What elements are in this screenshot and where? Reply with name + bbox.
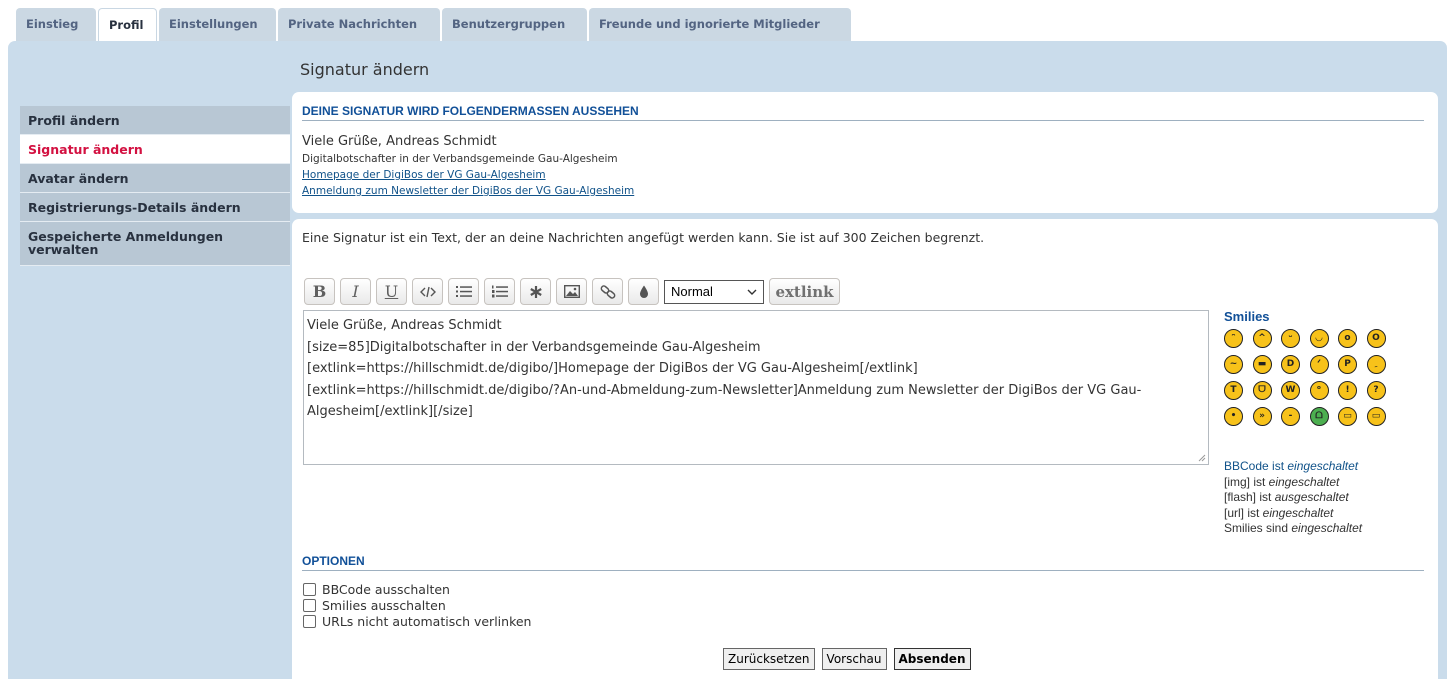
wink-icon[interactable]: ᵕ: [1281, 329, 1300, 348]
mrgreen-icon[interactable]: ᗝ: [1309, 407, 1329, 426]
tab-einstellungen[interactable]: Einstellungen: [159, 8, 276, 41]
tab-benutzergruppen[interactable]: Benutzergruppen: [442, 8, 587, 41]
list-button[interactable]: [448, 278, 479, 305]
signature-textarea[interactable]: Viele Grüße, Andreas Schmidt [size=85]Di…: [303, 310, 1209, 465]
image-button[interactable]: [556, 278, 587, 305]
sidebar-item-gespeicherte-anmeldungen[interactable]: Gespeicherte Anmeldungen verwalten: [20, 222, 290, 266]
smile-icon[interactable]: ^: [1252, 329, 1272, 348]
img-status-line: [img] ist eingeschaltet: [1224, 474, 1340, 489]
font-size-selected: Normal: [671, 284, 713, 299]
mad-icon[interactable]: ᐟ: [1309, 355, 1329, 374]
option-disable-bbcode[interactable]: BBCode ausschalten: [303, 581, 531, 597]
ugeek-icon[interactable]: ▭: [1366, 407, 1386, 426]
signature-description: Eine Signatur ist ein Text, der an deine…: [302, 230, 985, 245]
lol-icon[interactable]: D: [1281, 355, 1300, 374]
bbcode-toolbar: B I U Normal extlink: [304, 278, 840, 305]
question-icon[interactable]: ?: [1366, 381, 1386, 400]
ordered-list-icon: [491, 285, 508, 298]
resize-handle-icon[interactable]: [1198, 454, 1206, 462]
evil-icon[interactable]: ᗜ: [1252, 381, 1272, 400]
disable-magic-url-checkbox[interactable]: [303, 614, 316, 628]
smilies-status-line: Smilies sind eingeschaltet: [1224, 521, 1363, 535]
list-item-button[interactable]: [520, 278, 551, 305]
tab-einstieg[interactable]: Einstieg: [16, 8, 96, 41]
color-button[interactable]: [628, 278, 659, 305]
signature-preview-box: DEINE SIGNATUR WIRD FOLGENDERMASSEN AUSS…: [292, 92, 1438, 213]
bbcode-status-line[interactable]: BBCode ist eingeschaltet: [1224, 459, 1362, 475]
disable-smilies-checkbox[interactable]: [303, 598, 316, 612]
font-size-select[interactable]: Normal: [664, 279, 764, 304]
cool-icon[interactable]: ▬: [1252, 355, 1272, 374]
disable-bbcode-checkbox[interactable]: [303, 582, 316, 596]
smilies-panel: Smilies ᵔ ^ ᵕ ◡ o O ~ ▬ D ᐟ P ﹺ T ᗜ Wᵒ!? • » - ᗝ ▭ ▭: [1224, 309, 1424, 426]
preview-button[interactable]: Vorschau: [821, 648, 887, 670]
confused-icon[interactable]: ~: [1224, 355, 1243, 374]
signature-link-newsletter[interactable]: Anmeldung zum Newsletter der DigiBos der…: [302, 185, 634, 197]
italic-button[interactable]: I: [340, 278, 371, 305]
chevron-down-icon: [747, 289, 757, 295]
page-title: Signatur ändern: [300, 60, 430, 79]
submit-button[interactable]: Absenden: [893, 648, 971, 670]
signature-editor-box: Eine Signatur ist ein Text, der an deine…: [292, 219, 1438, 679]
list-icon: [455, 286, 472, 297]
signature-preview: Viele Grüße, Andreas Schmidt Digitalbots…: [302, 134, 634, 197]
eek-icon[interactable]: O: [1366, 329, 1386, 348]
tab-private-nachrichten[interactable]: Private Nachrichten: [278, 8, 440, 41]
options-heading: OPTIONEN: [302, 554, 1424, 571]
geek-icon[interactable]: ▭: [1338, 407, 1357, 426]
extlink-button[interactable]: extlink: [769, 278, 840, 305]
underline-button[interactable]: U: [376, 278, 407, 305]
color-drop-icon: [639, 285, 648, 298]
arrow-icon[interactable]: »: [1252, 407, 1272, 426]
asterisk-icon: [529, 285, 542, 298]
signature-subtitle: Digitalbotschafter in der Verbandsgemein…: [302, 153, 618, 165]
rolleyes-icon[interactable]: ᵒ: [1309, 381, 1329, 400]
option-disable-magic-url[interactable]: URLs nicht automatisch verlinken: [303, 613, 531, 629]
link-icon: [600, 284, 615, 299]
bbcode-status: BBCode ist eingeschaltet [img] ist einge…: [1224, 459, 1362, 537]
twisted-icon[interactable]: W: [1281, 381, 1300, 400]
ordered-list-button[interactable]: [484, 278, 515, 305]
razz-icon[interactable]: P: [1338, 355, 1357, 374]
smilies-title: Smilies: [1224, 309, 1270, 324]
sidebar-item-profil-aendern[interactable]: Profil ändern: [20, 106, 290, 135]
tab-bar: Einstieg Profil Einstellungen Private Na…: [16, 8, 851, 41]
sidebar: Profil ändern Signatur ändern Avatar änd…: [20, 106, 290, 266]
exclaim-icon[interactable]: !: [1338, 381, 1357, 400]
option-disable-smilies[interactable]: Smilies ausschalten: [303, 597, 531, 613]
code-icon: [419, 286, 436, 297]
cry-icon[interactable]: T: [1224, 381, 1243, 400]
smiley-grid: ᵔ ^ ᵕ ◡ o O ~ ▬ D ᐟ P ﹺ T ᗜ Wᵒ!? • » - ᗝ ▭ ▭: [1224, 329, 1424, 426]
tab-profil[interactable]: Profil: [98, 8, 157, 41]
image-icon: [563, 285, 580, 298]
options-list: BBCode ausschalten Smilies ausschalten U…: [303, 581, 531, 629]
surprised-icon[interactable]: o: [1338, 329, 1357, 348]
sidebar-item-avatar-aendern[interactable]: Avatar ändern: [20, 164, 290, 193]
form-buttons: Zurücksetzen Vorschau Absenden: [723, 648, 971, 670]
redface-icon[interactable]: ﹺ: [1366, 355, 1386, 374]
flash-status-line: [flash] ist ausgeschaltet: [1224, 490, 1349, 504]
tab-freunde[interactable]: Freunde und ignorierte Mitglieder: [589, 8, 851, 41]
grin-icon[interactable]: ◡: [1309, 329, 1329, 348]
signature-link-homepage[interactable]: Homepage der DigiBos der VG Gau-Algeshei…: [302, 169, 634, 181]
link-button[interactable]: [592, 278, 623, 305]
neutral-icon[interactable]: -: [1281, 407, 1300, 426]
signature-name: Viele Grüße, Andreas Schmidt: [302, 134, 497, 149]
idea-icon[interactable]: •: [1224, 407, 1243, 426]
url-status-line: [url] ist eingeschaltet: [1224, 505, 1334, 520]
preview-heading: DEINE SIGNATUR WIRD FOLGENDERMASSEN AUSS…: [302, 104, 1424, 121]
sidebar-item-signatur-aendern[interactable]: Signatur ändern: [20, 135, 290, 164]
laugh-icon[interactable]: ᵔ: [1224, 329, 1243, 348]
reset-button[interactable]: Zurücksetzen: [723, 648, 815, 670]
bold-button[interactable]: B: [304, 278, 335, 305]
code-button[interactable]: [412, 278, 443, 305]
sidebar-item-registrierungs-details[interactable]: Registrierungs-Details ändern: [20, 193, 290, 222]
